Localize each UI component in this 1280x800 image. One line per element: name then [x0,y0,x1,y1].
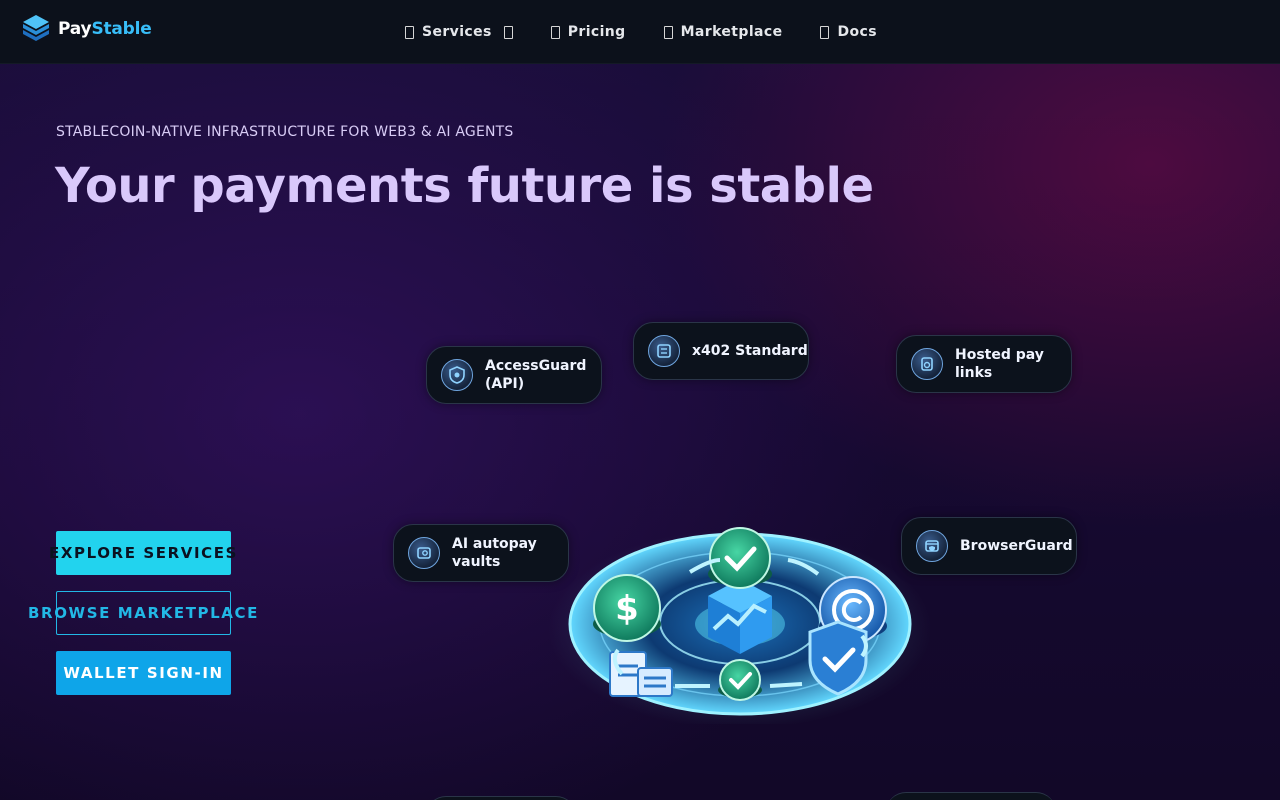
brand[interactable]: PayStable [22,14,152,44]
marketplace-icon [663,25,673,39]
nav-item-marketplace-label: Marketplace [680,24,783,40]
feature-browserguard[interactable]: BrowserGuard [901,517,1077,575]
browse-marketplace-button[interactable]: BROWSE MARKETPLACE [28,591,257,635]
docs-icon [820,25,830,39]
nav-item-services[interactable]: Services [405,22,513,42]
hero-section: STABLECOIN-NATIVE INFRASTRUCTURE FOR WEB… [0,64,1280,800]
feature-label: AccessGuard (API) [485,357,586,393]
brand-name-part2: Stable [91,19,152,39]
svg-text:$: $ [615,589,639,629]
partial-pill-left [426,796,576,800]
pricing-icon [550,25,560,39]
top-navbar: PayStable Services Pricing Marketplace D… [0,0,1280,64]
payments-hub-illustration: $ [548,527,932,724]
services-icon [405,25,414,39]
feature-label-line2: links [955,365,993,381]
vault-icon [408,537,440,569]
feature-label-line2: (API) [485,376,525,392]
shield-icon [441,359,473,391]
document-icon [648,335,680,367]
feature-label: Hosted pay links [955,346,1044,382]
nav-item-docs-label: Docs [837,24,877,40]
explore-services-button[interactable]: EXPLORE SERVICES [49,531,236,575]
hero-eyebrow: STABLECOIN-NATIVE INFRASTRUCTURE FOR WEB… [56,124,514,140]
feature-accessguard[interactable]: AccessGuard (API) [426,346,602,404]
feature-label-line1: BrowserGuard [960,538,1073,554]
chevron-down-icon [503,25,513,39]
nav-item-docs[interactable]: Docs [820,22,877,42]
nav-item-services-label: Services [422,24,492,40]
partial-pill-right [886,792,1056,800]
nav-links: Services Pricing Marketplace Docs [405,22,915,42]
feature-hosted-pay-links[interactable]: Hosted pay links [896,335,1072,393]
feature-x402-standard[interactable]: x402 Standard [633,322,809,380]
nav-item-marketplace[interactable]: Marketplace [663,22,783,42]
feature-label: AI autopay vaults [452,535,537,571]
link-icon [911,348,943,380]
feature-label: BrowserGuard [960,537,1073,555]
nav-item-pricing[interactable]: Pricing [550,22,626,42]
feature-label-line1: AI autopay [452,536,537,552]
feature-ai-autopay-vaults[interactable]: AI autopay vaults [393,524,569,582]
feature-label-line1: Hosted pay [955,347,1044,363]
nav-item-pricing-label: Pricing [567,24,626,40]
browser-icon [916,530,948,562]
feature-label-line1: AccessGuard [485,358,587,374]
brand-name-part1: Pay [58,19,92,39]
feature-label-line2: vaults [452,554,501,570]
feature-label: x402 Standard [692,342,808,360]
paystable-logo-icon [23,15,49,41]
hero-headline: Your payments future is stable [55,158,874,214]
brand-name: PayStable [58,19,152,39]
feature-label-line1: x402 Standard [692,343,808,359]
wallet-sign-in-button[interactable]: WALLET SIGN-IN [56,651,231,695]
